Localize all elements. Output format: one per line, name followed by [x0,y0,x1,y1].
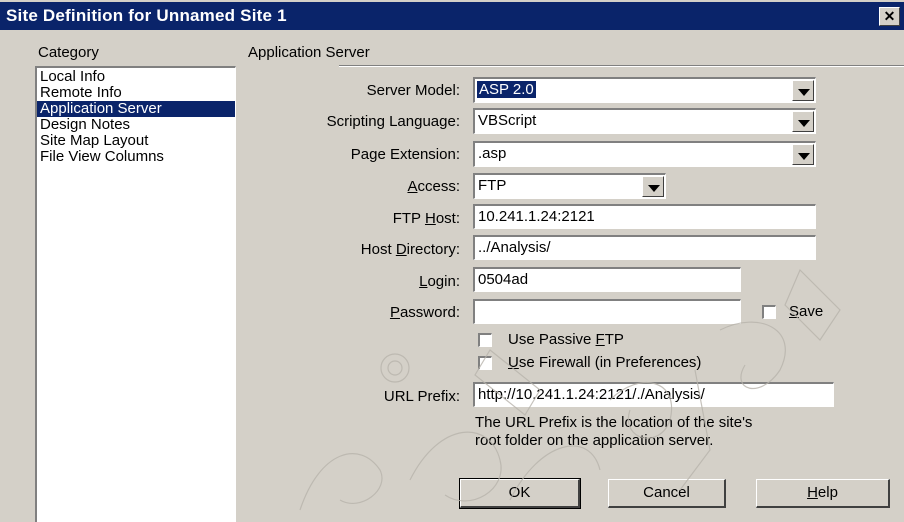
scripting-language-dropdown-arrow-icon[interactable] [792,111,814,132]
category-item-application-server[interactable]: Application Server [37,101,235,117]
server-model-label: Server Model: [366,82,460,99]
login-value: 0504ad [478,271,529,288]
save-label[interactable]: Save [789,303,823,320]
title-bar[interactable]: Site Definition for Unnamed Site 1 ✕ [0,2,904,30]
login-label: Login: [419,273,460,290]
page-extension-label: Page Extension: [350,146,460,163]
host-directory-label-post: irectory: [406,241,460,258]
login-label-post: ogin: [427,273,460,290]
ftp-host-label-mnemonic: H [424,210,436,227]
url-help-line-2: root folder on the application server. [475,432,714,449]
save-label-post: ave [799,303,824,320]
category-item-file-view-columns[interactable]: File View Columns [37,149,235,165]
ftp-host-input[interactable]: 10.241.1.24:2121 [473,204,816,229]
category-header: Category [38,44,99,61]
category-item-local-info[interactable]: Local Info [37,69,235,85]
access-label-post: ccess: [417,178,460,195]
url-prefix-help-text: The URL Prefix is the location of the si… [475,414,752,450]
server-model-value: ASP 2.0 [477,81,536,98]
scripting-language-select[interactable]: VBScript [473,108,816,134]
passive-ftp-label-pre: Use Passive [508,331,596,348]
access-value: FTP [478,177,507,194]
save-label-mnemonic: S [789,303,800,320]
scripting-language-label: Scripting Language: [326,113,460,130]
access-dropdown-arrow-icon[interactable] [642,176,664,197]
host-directory-label: Host Directory: [361,241,460,258]
host-directory-label-mnemonic: D [395,241,407,258]
firewall-label-mnemonic: U [508,354,519,371]
passive-ftp-label-mnemonic: F [595,331,605,348]
category-item-site-map-layout[interactable]: Site Map Layout [37,133,235,149]
passive-ftp-label-post: TP [604,331,624,348]
host-directory-value: ../Analysis/ [478,239,551,256]
host-directory-input[interactable]: ../Analysis/ [473,235,816,260]
access-select[interactable]: FTP [473,173,666,199]
access-label: Access: [407,178,460,195]
scripting-language-value: VBScript [478,112,537,129]
category-list[interactable]: Local Info Remote Info Application Serve… [35,66,236,522]
category-item-remote-info[interactable]: Remote Info [37,85,235,101]
category-item-design-notes[interactable]: Design Notes [37,117,235,133]
password-input[interactable] [473,299,741,324]
firewall-checkbox[interactable] [478,356,492,370]
ftp-host-label: FTP Host: [393,210,460,227]
page-extension-dropdown-arrow-icon[interactable] [792,144,814,165]
save-checkbox[interactable] [762,305,776,319]
server-model-dropdown-arrow-icon[interactable] [792,80,814,101]
help-button-label-post: elp [817,484,838,501]
cancel-button[interactable]: Cancel [608,479,726,508]
url-prefix-input[interactable]: http://10.241.1.24:2121/./Analysis/ [473,382,834,407]
window-title: Site Definition for Unnamed Site 1 [6,6,287,25]
ftp-host-value: 10.241.1.24:2121 [478,208,595,225]
section-title: Application Server [248,44,370,61]
server-model-select[interactable]: ASP 2.0 [473,77,816,103]
url-prefix-label: URL Prefix: [383,388,460,405]
close-button[interactable]: ✕ [879,7,900,26]
passive-ftp-label[interactable]: Use Passive FTP [508,331,624,348]
ftp-host-label-post: ost: [435,210,460,227]
passive-ftp-checkbox[interactable] [478,333,492,347]
url-prefix-value: http://10.241.1.24:2121/./Analysis/ [478,386,705,403]
firewall-label[interactable]: Use Firewall (in Preferences) [508,354,701,371]
ok-button[interactable]: OK [459,478,581,509]
password-label-mnemonic: P [389,304,400,321]
ftp-host-label-pre: FTP [392,210,425,227]
section-divider [339,65,904,67]
host-directory-label-pre: Host [360,241,396,258]
help-button[interactable]: Help [756,479,890,508]
page-extension-select[interactable]: .asp [473,141,816,167]
password-label-post: assword: [399,304,460,321]
access-label-mnemonic: A [407,178,418,195]
help-button-mnemonic: H [807,484,818,501]
login-input[interactable]: 0504ad [473,267,741,292]
page-extension-value: .asp [478,145,507,162]
url-help-line-1: The URL Prefix is the location of the si… [475,414,753,431]
site-definition-dialog: Site Definition for Unnamed Site 1 ✕ Cat… [0,0,904,522]
password-label: Password: [390,304,460,321]
firewall-label-post: se Firewall (in Preferences) [518,354,702,371]
